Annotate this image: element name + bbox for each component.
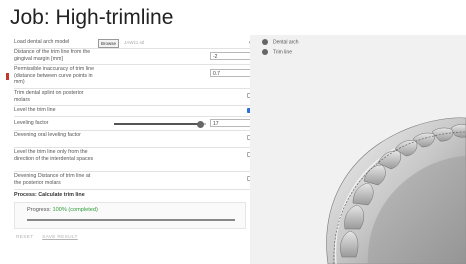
distance-label: Distance of the trim line from the gingi… (14, 49, 91, 62)
progress-status: 100% (completed) (52, 207, 98, 213)
3d-viewer[interactable]: Dental arch Trim line (250, 35, 466, 264)
level-label: Level the trim line (14, 107, 56, 113)
progress-box: Progress: 100% (completed) (14, 202, 246, 229)
level-row: Level the trim line (14, 106, 252, 117)
page-title: Job: High-trimline (10, 6, 174, 29)
progress-text: Progress: 100% (completed) (27, 207, 98, 213)
leveling-factor-input[interactable]: 17 (210, 119, 252, 127)
devening-distance-row: Devening Distance of trim line at the po… (14, 172, 252, 190)
distance-input[interactable]: -2 (210, 52, 252, 60)
trim-splint-label: Trim dental splint on posterior molars (14, 90, 84, 103)
trim-splint-row: Trim dental splint on posterior molars (14, 89, 252, 106)
dental-arch-model (326, 117, 466, 264)
parameters-panel: Load dental arch model Browse JAW11.stl … (6, 35, 255, 264)
inaccuracy-row: Permissible inaccuracy of trim line (dis… (14, 65, 252, 89)
process-label: Process: Calculate trim line (14, 192, 85, 198)
save-result-button[interactable]: SAVE RESULT (42, 235, 78, 240)
leveling-factor-row: Leveling factor 17 (14, 117, 252, 131)
progress-bar-fill (27, 219, 235, 221)
level-only-row: Level the trim line only from the direct… (14, 148, 252, 172)
file-name: JAW11.stl (124, 40, 145, 45)
leveling-factor-slider[interactable] (114, 120, 206, 128)
leveling-factor-slider-handle[interactable] (196, 120, 204, 128)
devening-distance-label: Devening Distance of trim line at the po… (14, 173, 91, 186)
title-bar: Job: High-trimline (0, 0, 466, 36)
distance-row: Distance of the trim line from the gingi… (14, 48, 252, 65)
action-bar: RESET SAVE RESULT (16, 235, 85, 240)
progress-prefix: Progress: (27, 207, 51, 213)
browse-button[interactable]: Browse (98, 39, 120, 48)
leveling-factor-slider-fill (114, 123, 201, 125)
inaccuracy-input[interactable]: 0.7 (210, 69, 252, 77)
level-only-label: Level the trim line only from the direct… (14, 149, 94, 162)
load-model-label: Load dental arch model (14, 39, 70, 45)
progress-bar (27, 219, 235, 221)
leveling-factor-label: Leveling factor (14, 120, 49, 126)
active-row-marker (6, 73, 9, 80)
reset-button[interactable]: RESET (16, 235, 34, 240)
inaccuracy-label: Permissible inaccuracy of trim line (dis… (14, 66, 95, 85)
devening-oral-label: Devening oral leveling factor (14, 132, 81, 138)
devening-oral-row: Devening oral leveling factor (14, 131, 252, 148)
